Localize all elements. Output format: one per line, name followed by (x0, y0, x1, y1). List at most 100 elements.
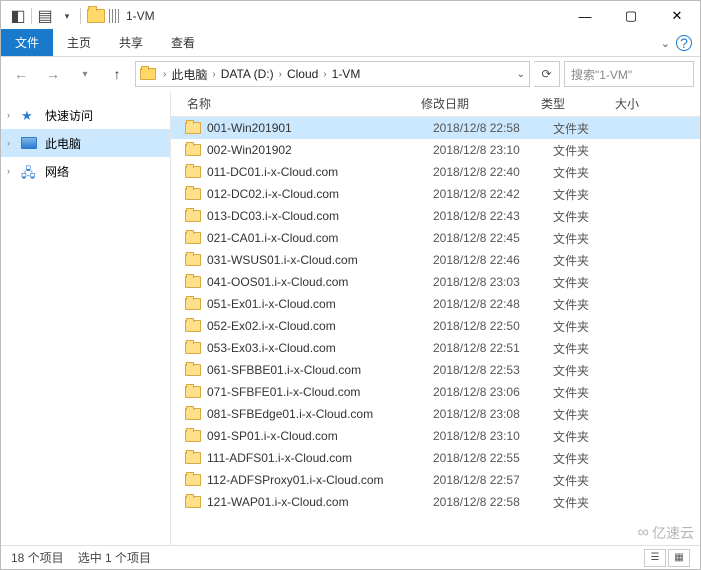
file-name: 012-DC02.i-x-Cloud.com (207, 187, 433, 201)
folder-icon (185, 408, 201, 420)
pc-icon (21, 137, 37, 149)
titlebar: ◧ ▤ ▾ 1-VM — ▢ ✕ (1, 1, 700, 31)
folder-icon (185, 188, 201, 200)
table-row[interactable]: 021-CA01.i-x-Cloud.com2018/12/8 22:45文件夹 (171, 227, 700, 249)
file-type: 文件夹 (553, 362, 623, 379)
minimize-button[interactable]: — (562, 1, 608, 31)
table-row[interactable]: 053-Ex03.i-x-Cloud.com2018/12/8 22:51文件夹 (171, 337, 700, 359)
table-row[interactable]: 002-Win2019022018/12/8 23:10文件夹 (171, 139, 700, 161)
table-row[interactable]: 031-WSUS01.i-x-Cloud.com2018/12/8 22:46文… (171, 249, 700, 271)
table-row[interactable]: 081-SFBEdge01.i-x-Cloud.com2018/12/8 23:… (171, 403, 700, 425)
file-rows: 001-Win2019012018/12/8 22:58文件夹002-Win20… (171, 117, 700, 545)
table-row[interactable]: 091-SP01.i-x-Cloud.com2018/12/8 23:10文件夹 (171, 425, 700, 447)
file-name: 121-WAP01.i-x-Cloud.com (207, 495, 433, 509)
folder-icon (185, 298, 201, 310)
table-row[interactable]: 041-OOS01.i-x-Cloud.com2018/12/8 23:03文件… (171, 271, 700, 293)
address-bar: ← → ▾ ↑ › 此电脑 › DATA (D:) › Cloud › 1-VM… (1, 57, 700, 91)
view-icons-button[interactable]: ▦ (668, 549, 690, 567)
file-name: 013-DC03.i-x-Cloud.com (207, 209, 433, 223)
file-type: 文件夹 (553, 230, 623, 247)
file-date: 2018/12/8 22:58 (433, 495, 553, 509)
file-type: 文件夹 (553, 120, 623, 137)
table-row[interactable]: 052-Ex02.i-x-Cloud.com2018/12/8 22:50文件夹 (171, 315, 700, 337)
file-type: 文件夹 (553, 494, 623, 511)
forward-button[interactable]: → (39, 61, 67, 87)
expand-ribbon-icon[interactable]: ⌄ (661, 37, 670, 50)
chevron-right-icon[interactable]: › (209, 69, 218, 80)
tab-share[interactable]: 共享 (105, 29, 157, 56)
chevron-right-icon[interactable]: › (320, 69, 329, 80)
file-name: 051-Ex01.i-x-Cloud.com (207, 297, 433, 311)
divider (109, 9, 119, 23)
tab-home[interactable]: 主页 (53, 29, 105, 56)
file-name: 061-SFBBE01.i-x-Cloud.com (207, 363, 433, 377)
network-icon: 🖧 (21, 164, 37, 178)
view-details-button[interactable]: ☰ (644, 549, 666, 567)
nav-this-pc[interactable]: › 此电脑 (1, 129, 170, 157)
maximize-button[interactable]: ▢ (608, 1, 654, 31)
folder-icon (185, 144, 201, 156)
file-name: 053-Ex03.i-x-Cloud.com (207, 341, 433, 355)
table-row[interactable]: 121-WAP01.i-x-Cloud.com2018/12/8 22:58文件… (171, 491, 700, 513)
table-row[interactable]: 112-ADFSProxy01.i-x-Cloud.com2018/12/8 2… (171, 469, 700, 491)
file-date: 2018/12/8 23:08 (433, 407, 553, 421)
nav-app-icon[interactable]: ◧ (7, 5, 29, 27)
table-row[interactable]: 001-Win2019012018/12/8 22:58文件夹 (171, 117, 700, 139)
table-row[interactable]: 013-DC03.i-x-Cloud.com2018/12/8 22:43文件夹 (171, 205, 700, 227)
file-type: 文件夹 (553, 252, 623, 269)
breadcrumb-folder[interactable]: 1-VM (332, 67, 361, 81)
tab-view[interactable]: 查看 (157, 29, 209, 56)
column-size[interactable]: 大小 (611, 95, 700, 112)
file-type: 文件夹 (553, 384, 623, 401)
back-button[interactable]: ← (7, 61, 35, 87)
chevron-right-icon[interactable]: › (160, 69, 169, 80)
watermark: ∞ 亿速云 (638, 523, 694, 543)
table-row[interactable]: 061-SFBBE01.i-x-Cloud.com2018/12/8 22:53… (171, 359, 700, 381)
folder-icon (185, 364, 201, 376)
nav-label: 此电脑 (45, 135, 81, 152)
column-headers: 名称 修改日期 类型 大小 (171, 91, 700, 117)
column-type[interactable]: 类型 (541, 95, 611, 112)
breadcrumb-dropdown-icon[interactable]: ⌄ (517, 69, 525, 80)
search-placeholder: 搜索"1-VM" (571, 66, 632, 83)
main-area: › ★ 快速访问 › 此电脑 › 🖧 网络 名称 修改日期 类型 大小 001-… (1, 91, 700, 545)
file-name: 111-ADFS01.i-x-Cloud.com (207, 451, 433, 465)
chevron-right-icon[interactable]: › (7, 138, 10, 148)
recent-dropdown-icon[interactable]: ▾ (71, 61, 99, 87)
cloud-icon: ∞ (638, 524, 649, 542)
close-button[interactable]: ✕ (654, 1, 700, 31)
table-row[interactable]: 111-ADFS01.i-x-Cloud.com2018/12/8 22:55文… (171, 447, 700, 469)
table-row[interactable]: 071-SFBFE01.i-x-Cloud.com2018/12/8 23:06… (171, 381, 700, 403)
file-name: 011-DC01.i-x-Cloud.com (207, 165, 433, 179)
file-name: 081-SFBEdge01.i-x-Cloud.com (207, 407, 433, 421)
chevron-right-icon[interactable]: › (7, 166, 10, 176)
file-date: 2018/12/8 22:42 (433, 187, 553, 201)
breadcrumb-cloud[interactable]: Cloud (287, 67, 318, 81)
folder-icon (185, 210, 201, 222)
up-button[interactable]: ↑ (103, 61, 131, 87)
breadcrumb-pc[interactable]: 此电脑 (171, 66, 207, 83)
tab-file[interactable]: 文件 (1, 29, 53, 56)
file-name: 091-SP01.i-x-Cloud.com (207, 429, 433, 443)
file-type: 文件夹 (553, 186, 623, 203)
file-date: 2018/12/8 22:43 (433, 209, 553, 223)
table-row[interactable]: 011-DC01.i-x-Cloud.com2018/12/8 22:40文件夹 (171, 161, 700, 183)
chevron-right-icon[interactable]: › (7, 110, 10, 120)
table-row[interactable]: 051-Ex01.i-x-Cloud.com2018/12/8 22:48文件夹 (171, 293, 700, 315)
column-name[interactable]: 名称 (171, 95, 421, 112)
file-date: 2018/12/8 23:06 (433, 385, 553, 399)
search-input[interactable]: 搜索"1-VM" (564, 61, 694, 87)
table-row[interactable]: 012-DC02.i-x-Cloud.com2018/12/8 22:42文件夹 (171, 183, 700, 205)
quick-props-icon[interactable]: ▤ (34, 5, 56, 27)
folder-icon (185, 320, 201, 332)
refresh-button[interactable]: ⟳ (534, 61, 560, 87)
breadcrumb[interactable]: › 此电脑 › DATA (D:) › Cloud › 1-VM ⌄ (135, 61, 530, 87)
quick-dropdown-icon[interactable]: ▾ (56, 5, 78, 27)
help-icon[interactable]: ? (676, 35, 692, 51)
chevron-right-icon[interactable]: › (276, 69, 285, 80)
nav-quick-access[interactable]: › ★ 快速访问 (1, 101, 170, 129)
file-name: 002-Win201902 (207, 143, 433, 157)
column-modified[interactable]: 修改日期 (421, 95, 541, 112)
breadcrumb-drive[interactable]: DATA (D:) (221, 67, 274, 81)
nav-network[interactable]: › 🖧 网络 (1, 157, 170, 185)
